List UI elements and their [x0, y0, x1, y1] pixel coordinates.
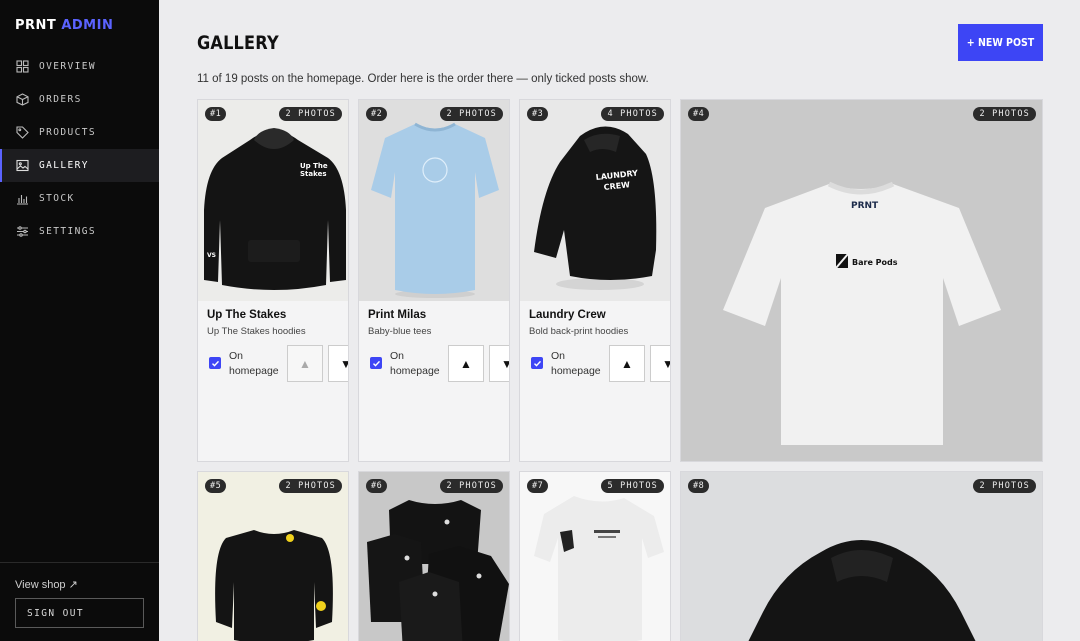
sidebar-footer: View shop ↗ SIGN OUT [0, 562, 159, 628]
sidebar-item-stock[interactable]: STOCK [0, 182, 159, 215]
photo-count-badge: 2 PHOTOS [973, 107, 1036, 121]
sidebar-item-products[interactable]: PRODUCTS [0, 116, 159, 149]
gallery-post-card: PRNT Bare Pods #4 2 PHOTOS [680, 99, 1043, 462]
post-description: Up The Stakes hoodies [207, 326, 306, 337]
sliders-icon [16, 225, 29, 238]
photo-count-badge: 2 PHOTOS [440, 479, 503, 493]
sidebar: PRNT ADMIN OVERVIEW ORDERS PRODUCTS GALL… [0, 0, 159, 641]
image-icon [16, 159, 29, 172]
homepage-checkbox[interactable] [209, 357, 221, 369]
post-description: Bold back-print hoodies [529, 326, 629, 337]
page-subtitle: 11 of 19 posts on the homepage. Order he… [197, 73, 649, 85]
post-thumbnail[interactable]: #8 2 PHOTOS [681, 472, 1042, 641]
svg-text:Stakes: Stakes [300, 170, 327, 178]
photo-count-badge: 4 PHOTOS [601, 107, 664, 121]
tag-icon [16, 126, 29, 139]
sidebar-item-label: STOCK [39, 193, 75, 204]
post-thumbnail[interactable]: #2 2 PHOTOS [359, 100, 509, 301]
gallery-post-card: LAUNDRY CREW #3 4 PHOTOS Laundry Crew Bo… [519, 99, 671, 462]
svg-text:Up The: Up The [300, 162, 328, 170]
gallery-post-card: #7 5 PHOTOS [519, 471, 671, 641]
homepage-checkbox-label: On homepage [551, 350, 601, 377]
sidebar-nav: OVERVIEW ORDERS PRODUCTS GALLERY STOCK S… [0, 50, 159, 248]
sidebar-item-label: PRODUCTS [39, 127, 96, 138]
new-post-button[interactable]: + NEW POST [958, 24, 1043, 61]
brand-prefix: PRNT [15, 18, 57, 33]
post-thumbnail[interactable]: LAUNDRY CREW #3 4 PHOTOS [520, 100, 670, 301]
photo-count-badge: 2 PHOTOS [973, 479, 1036, 493]
gallery-post-card: #8 2 PHOTOS [680, 471, 1043, 641]
new-post-label: + NEW POST [966, 36, 1035, 49]
homepage-checkbox-label: On homepage [229, 350, 279, 377]
post-number-badge: #2 [366, 107, 388, 121]
sidebar-item-overview[interactable]: OVERVIEW [0, 50, 159, 83]
homepage-checkbox[interactable] [370, 357, 382, 369]
homepage-checkbox[interactable] [531, 357, 543, 369]
move-down-button[interactable]: ▼ [489, 345, 509, 382]
brand-accent: ADMIN [61, 18, 114, 33]
svg-text:Bare Pods: Bare Pods [852, 258, 898, 267]
gallery-post-card: #6 2 PHOTOS [358, 471, 510, 641]
post-thumbnail[interactable]: #5 2 PHOTOS [198, 472, 348, 641]
sidebar-item-settings[interactable]: SETTINGS [0, 215, 159, 248]
svg-text:PRNT: PRNT [851, 201, 879, 211]
brand-logo[interactable]: PRNT ADMIN [15, 18, 113, 33]
post-description: Baby-blue tees [368, 326, 432, 337]
post-number-badge: #1 [205, 107, 227, 121]
sidebar-item-label: ORDERS [39, 94, 82, 105]
post-title: Print Milas [368, 309, 427, 321]
post-thumbnail[interactable]: PRNT Bare Pods #4 2 PHOTOS [681, 100, 1042, 461]
move-down-button[interactable]: ▼ [328, 345, 348, 382]
view-shop-link[interactable]: View shop ↗ [15, 578, 78, 591]
post-number-badge: #3 [527, 107, 549, 121]
sidebar-item-gallery[interactable]: GALLERY [0, 149, 159, 182]
grid-icon [16, 60, 29, 73]
svg-text:VS: VS [207, 252, 216, 259]
photo-count-badge: 2 PHOTOS [440, 107, 503, 121]
gallery-post-card: Up The Stakes VS #1 2 PHOTOS Up The Stak… [197, 99, 349, 462]
photo-count-badge: 5 PHOTOS [601, 479, 664, 493]
post-number-badge: #4 [688, 107, 710, 121]
box-icon [16, 93, 29, 106]
post-thumbnail[interactable]: #7 5 PHOTOS [520, 472, 670, 641]
homepage-checkbox-label: On homepage [390, 350, 440, 377]
photo-count-badge: 2 PHOTOS [279, 479, 342, 493]
post-title: Up The Stakes [207, 309, 287, 321]
sidebar-item-orders[interactable]: ORDERS [0, 83, 159, 116]
gallery-post-card: #2 2 PHOTOS Print Milas Baby-blue tees O… [358, 99, 510, 462]
move-down-button[interactable]: ▼ [650, 345, 670, 382]
post-number-badge: #6 [366, 479, 388, 493]
sidebar-item-label: GALLERY [39, 160, 89, 171]
bar-chart-icon [16, 192, 29, 205]
move-up-button[interactable]: ▲ [448, 345, 484, 382]
sidebar-item-label: OVERVIEW [39, 61, 96, 72]
move-up-button[interactable]: ▲ [287, 345, 323, 382]
post-title: Laundry Crew [529, 309, 606, 321]
post-number-badge: #7 [527, 479, 549, 493]
sign-out-button[interactable]: SIGN OUT [15, 598, 144, 628]
gallery-post-card: #5 2 PHOTOS [197, 471, 349, 641]
sidebar-item-label: SETTINGS [39, 226, 96, 237]
post-thumbnail[interactable]: #6 2 PHOTOS [359, 472, 509, 641]
page-title: GALLERY [197, 32, 279, 54]
post-number-badge: #5 [205, 479, 227, 493]
post-number-badge: #8 [688, 479, 710, 493]
photo-count-badge: 2 PHOTOS [279, 107, 342, 121]
post-thumbnail[interactable]: Up The Stakes VS #1 2 PHOTOS [198, 100, 348, 301]
move-up-button[interactable]: ▲ [609, 345, 645, 382]
